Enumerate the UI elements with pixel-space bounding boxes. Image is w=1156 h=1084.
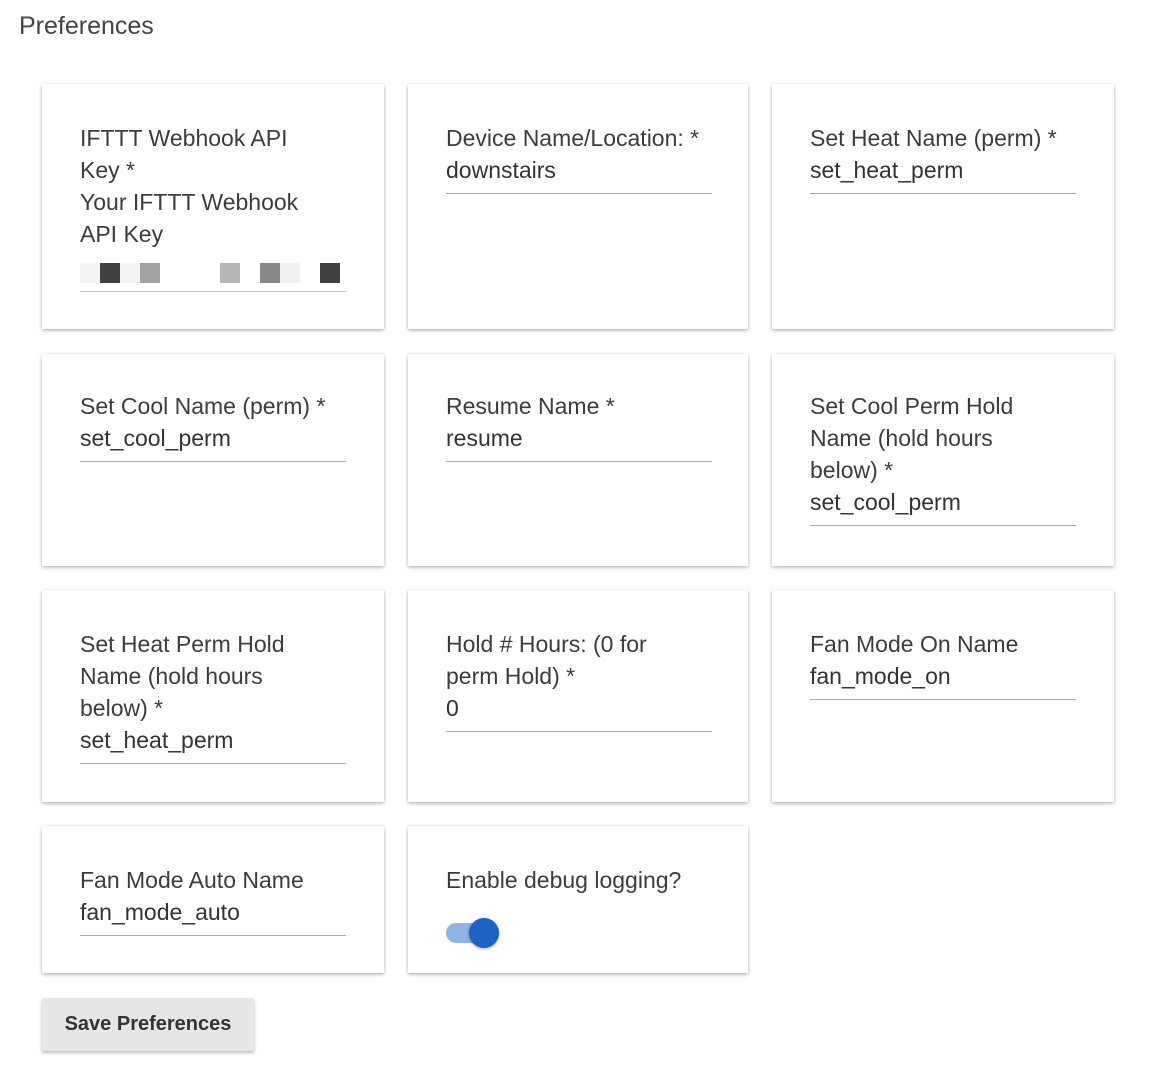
set-cool-name-label: Set Cool Name (perm) * (80, 393, 326, 419)
resume-name-field: Resume Name * (446, 390, 712, 462)
device-name-label: Device Name/Location: * (446, 125, 700, 151)
device-name-field: Device Name/Location: * (446, 122, 712, 194)
fan-on-name-input[interactable] (810, 660, 1076, 700)
hold-hours-label: Hold # Hours: (0 for perm Hold) * (446, 631, 647, 689)
debug-logging-toggle[interactable] (446, 916, 502, 950)
resume-name-card: Resume Name * (408, 354, 748, 566)
fan-auto-name-label: Fan Mode Auto Name (80, 867, 304, 893)
set-cool-hold-name-card: Set Cool Perm Hold Name (hold hours belo… (772, 354, 1114, 566)
set-heat-name-label: Set Heat Name (perm) * (810, 125, 1057, 151)
set-cool-name-card: Set Cool Name (perm) * (42, 354, 384, 566)
set-heat-hold-name-field: Set Heat Perm Hold Name (hold hours belo… (80, 628, 346, 764)
set-heat-name-input[interactable] (810, 154, 1076, 194)
ifttt-key-card: IFTTT Webhook API Key * Your IFTTT Webho… (42, 84, 384, 329)
debug-logging-card: Enable debug logging? (408, 826, 748, 973)
save-preferences-button[interactable]: Save Preferences (42, 998, 254, 1051)
set-heat-hold-name-card: Set Heat Perm Hold Name (hold hours belo… (42, 590, 384, 802)
fan-on-name-card: Fan Mode On Name (772, 590, 1114, 802)
set-heat-name-card: Set Heat Name (perm) * (772, 84, 1114, 329)
set-cool-hold-name-field: Set Cool Perm Hold Name (hold hours belo… (810, 390, 1076, 526)
toggle-thumb (469, 918, 499, 948)
fan-on-name-field: Fan Mode On Name (810, 628, 1076, 700)
page-title: Preferences (19, 12, 154, 40)
fan-auto-name-field: Fan Mode Auto Name (80, 864, 346, 936)
set-cool-name-input[interactable] (80, 422, 346, 462)
set-cool-name-field: Set Cool Name (perm) * (80, 390, 346, 462)
resume-name-label: Resume Name * (446, 393, 615, 419)
resume-name-input[interactable] (446, 422, 712, 462)
ifttt-key-field: IFTTT Webhook API Key * Your IFTTT Webho… (80, 122, 346, 292)
set-heat-name-field: Set Heat Name (perm) * (810, 122, 1076, 194)
ifttt-key-hint: Your IFTTT Webhook API Key (80, 189, 299, 247)
device-name-card: Device Name/Location: * (408, 84, 748, 329)
set-cool-hold-name-label: Set Cool Perm Hold Name (hold hours belo… (810, 393, 1014, 483)
debug-logging-field: Enable debug logging? (446, 864, 712, 896)
hold-hours-field: Hold # Hours: (0 for perm Hold) * (446, 628, 712, 732)
fan-on-name-label: Fan Mode On Name (810, 631, 1019, 657)
set-heat-hold-name-label: Set Heat Perm Hold Name (hold hours belo… (80, 631, 285, 721)
set-cool-hold-name-input[interactable] (810, 486, 1076, 526)
fan-auto-name-card: Fan Mode Auto Name (42, 826, 384, 973)
set-heat-hold-name-input[interactable] (80, 724, 346, 764)
debug-logging-label: Enable debug logging? (446, 867, 682, 893)
ifttt-key-label: IFTTT Webhook API Key * (80, 125, 288, 183)
ifttt-key-input[interactable] (80, 250, 346, 292)
device-name-input[interactable] (446, 154, 712, 194)
hold-hours-input[interactable] (446, 692, 712, 732)
hold-hours-card: Hold # Hours: (0 for perm Hold) * (408, 590, 748, 802)
fan-auto-name-input[interactable] (80, 896, 346, 936)
